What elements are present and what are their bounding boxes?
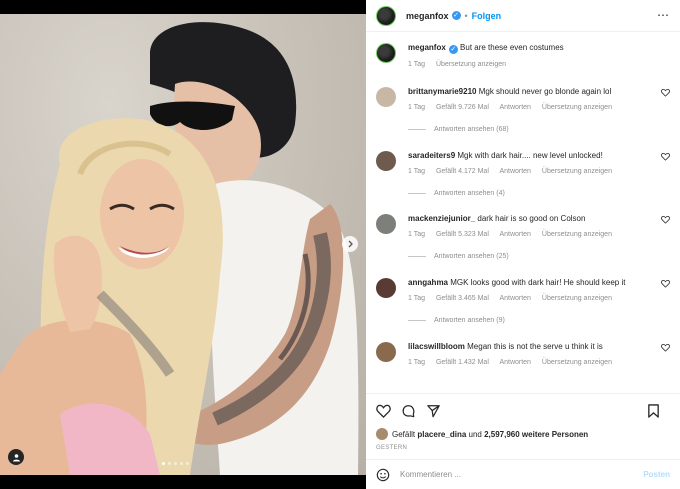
carousel-dot-active: [161, 462, 165, 465]
comment-item: brittanymarie9210 Mgk should never go bl…: [376, 86, 670, 150]
likes-others[interactable]: 2,597,960 weitere Personen: [484, 430, 588, 439]
post-actions: [366, 393, 680, 427]
comment-likes[interactable]: Gefällt 3.465 Mal: [436, 295, 489, 302]
comment-translate-link[interactable]: Übersetzung anzeigen: [542, 104, 612, 111]
comment-bubble-icon[interactable]: [401, 404, 416, 418]
next-image-button[interactable]: [342, 236, 358, 252]
post-date: GESTERN: [376, 445, 408, 451]
author-avatar[interactable]: [376, 5, 396, 26]
heart-icon[interactable]: [661, 279, 670, 288]
instagram-post: meganfox ✓ • Folgen ⋯ meganfox ✓ But are …: [0, 0, 680, 489]
caption-time: 1 Tag: [408, 61, 425, 68]
comment-reply-button[interactable]: Antworten: [499, 168, 531, 175]
carousel-dot: [167, 462, 171, 465]
carousel-dot: [173, 462, 177, 465]
comment-text: Mgk with dark hair.... new level unlocke…: [457, 151, 603, 160]
comment-time: 1 Tag: [408, 359, 425, 366]
view-replies-button[interactable]: Antworten ansehen (68): [408, 124, 670, 135]
caption-avatar[interactable]: [376, 43, 396, 63]
comment-username[interactable]: anngahma: [408, 278, 448, 287]
caption-username[interactable]: meganfox: [408, 43, 446, 52]
comment-translate-link[interactable]: Übersetzung anzeigen: [542, 359, 612, 366]
comment-likes[interactable]: Gefällt 4.172 Mal: [436, 168, 489, 175]
heart-icon[interactable]: [661, 215, 670, 224]
follow-button[interactable]: Folgen: [472, 11, 502, 21]
likes-summary: Gefällt placere_dina und 2,597,960 weite…: [366, 427, 680, 441]
comment-reply-button[interactable]: Antworten: [499, 295, 531, 302]
likes-prefix: Gefällt: [392, 429, 416, 439]
post-side-panel: meganfox ✓ • Folgen ⋯ meganfox ✓ But are …: [366, 0, 680, 489]
comment-translate-link[interactable]: Übersetzung anzeigen: [542, 168, 612, 175]
carousel-dot: [185, 462, 189, 465]
comment-time: 1 Tag: [408, 168, 425, 175]
comment-item: lilacswillbloom Megan this is not the se…: [376, 341, 670, 381]
comment-reply-button[interactable]: Antworten: [499, 231, 531, 238]
comment-item: saradeiters9 Mgk with dark hair.... new …: [376, 150, 670, 213]
carousel-indicator: [160, 462, 190, 465]
likes-conj: und: [468, 429, 482, 439]
heart-icon[interactable]: [661, 88, 670, 97]
commenter-avatar[interactable]: [376, 87, 396, 107]
comment-username[interactable]: lilacswillbloom: [408, 342, 465, 351]
caption-text: But are these even costumes: [460, 43, 564, 52]
post-header: meganfox ✓ • Folgen ⋯: [366, 0, 680, 32]
comment-text: Megan this is not the serve u think it i…: [467, 342, 603, 351]
heart-icon[interactable]: [661, 152, 670, 161]
post-photo[interactable]: [0, 14, 366, 475]
heart-icon[interactable]: [661, 343, 670, 352]
comment-translate-link[interactable]: Übersetzung anzeigen: [542, 295, 612, 302]
person-icon: [12, 453, 20, 461]
caption-translate-link[interactable]: Übersetzung anzeigen: [436, 61, 506, 68]
comment-username[interactable]: saradeiters9: [408, 151, 455, 160]
post-comment-button[interactable]: Posten: [643, 470, 670, 479]
author-username[interactable]: meganfox: [406, 11, 449, 21]
comment-username[interactable]: mackenziejunior_: [408, 214, 475, 223]
chevron-right-icon: [348, 240, 353, 248]
post-media: [0, 0, 366, 489]
comment-item: anngahma MGK looks good with dark hair! …: [376, 277, 670, 341]
comment-time: 1 Tag: [408, 295, 425, 302]
view-replies-button[interactable]: Antworten ansehen (9): [408, 315, 670, 326]
bookmark-icon[interactable]: [647, 404, 660, 418]
comment-translate-link[interactable]: Übersetzung anzeigen: [542, 231, 612, 238]
comment-likes[interactable]: Gefällt 5.323 Mal: [436, 231, 489, 238]
verified-badge-icon: ✓: [451, 11, 461, 20]
like-heart-icon[interactable]: [376, 404, 391, 418]
comment-text: Mgk should never go blonde again lol: [478, 87, 612, 96]
comment-reply-button[interactable]: Antworten: [499, 359, 531, 366]
comment-likes[interactable]: Gefällt 9.726 Mal: [436, 104, 489, 111]
verified-badge-icon: ✓: [448, 45, 458, 54]
liker-username[interactable]: placere_dina: [417, 430, 466, 439]
liker-avatar[interactable]: [376, 428, 388, 440]
carousel-dot: [179, 462, 183, 465]
comment-reply-button[interactable]: Antworten: [499, 104, 531, 111]
comment-text: MGK looks good with dark hair! He should…: [450, 278, 626, 287]
commenter-avatar[interactable]: [376, 342, 396, 362]
add-comment-bar: Posten: [366, 459, 680, 489]
commenter-avatar[interactable]: [376, 151, 396, 171]
tagged-users-button[interactable]: [8, 449, 24, 465]
share-send-icon[interactable]: [426, 404, 441, 418]
header-separator: •: [464, 10, 468, 21]
view-replies-button[interactable]: Antworten ansehen (4): [408, 188, 670, 199]
caption: meganfox ✓ But are these even costumes 1 …: [376, 42, 670, 86]
comment-input[interactable]: [400, 470, 644, 479]
comment-text: dark hair is so good on Colson: [477, 214, 586, 223]
commenter-avatar[interactable]: [376, 278, 396, 298]
comment-username[interactable]: brittanymarie9210: [408, 87, 476, 96]
photo-illustration: [0, 22, 359, 475]
commenter-avatar[interactable]: [376, 214, 396, 234]
comment-time: 1 Tag: [408, 231, 425, 238]
view-replies-button[interactable]: Antworten ansehen (25): [408, 251, 670, 262]
emoji-smiley-icon[interactable]: [376, 468, 390, 482]
comment-time: 1 Tag: [408, 104, 425, 111]
comment-item: mackenziejunior_ dark hair is so good on…: [376, 213, 670, 277]
comments-list[interactable]: meganfox ✓ But are these even costumes 1 …: [366, 32, 680, 393]
comment-likes[interactable]: Gefällt 1.432 Mal: [436, 359, 489, 366]
more-options-icon[interactable]: ⋯: [657, 8, 670, 22]
